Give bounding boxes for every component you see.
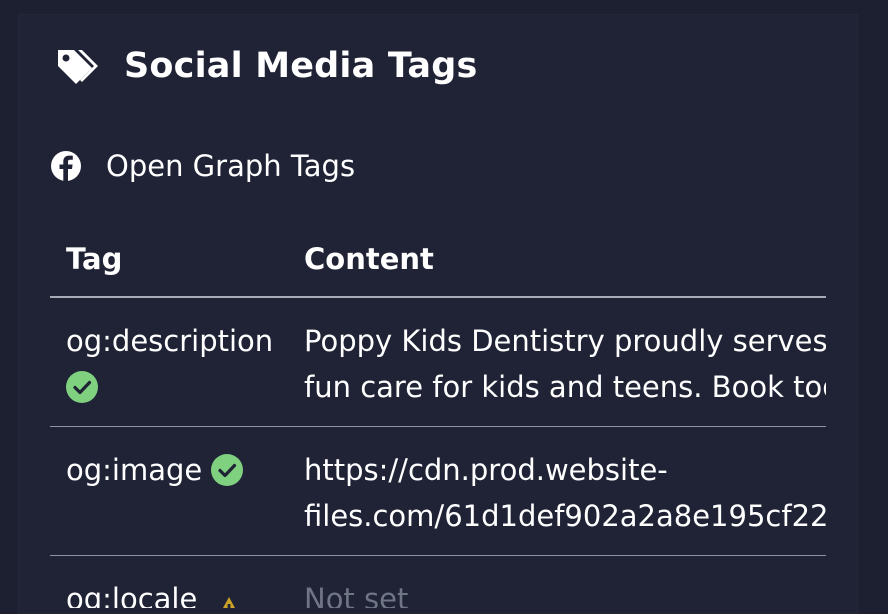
table-row: og:description Poppy Kids Dentistry prou… [50, 297, 826, 427]
tag-cell: og:image [50, 426, 288, 556]
content-line: https://cdn.prod.website- [304, 453, 668, 487]
facebook-icon [50, 150, 82, 182]
tags-icon [54, 46, 100, 86]
column-header-tag: Tag [50, 228, 288, 298]
content-line: Poppy Kids Dentistry proudly serves [304, 324, 826, 358]
content-cell: Poppy Kids Dentistry proudly serves fun … [288, 297, 826, 427]
open-graph-table: Tag Content og:description Poppy Kids De… [50, 228, 826, 608]
open-graph-header: Open Graph Tags [50, 145, 355, 187]
content-line: Not set [304, 582, 409, 608]
section-title: Social Media Tags [124, 46, 478, 86]
warning-icon [215, 588, 243, 608]
table-row: og:locale Not set [50, 555, 826, 608]
tag-name: og:image [66, 453, 203, 487]
tag-cell: og:description [50, 297, 288, 427]
content-cell: Not set [288, 555, 826, 608]
content-line: files.com/61d1def902a2a8e195cf22 [304, 499, 826, 533]
column-header-content: Content [288, 228, 826, 298]
table-header-row: Tag Content [50, 228, 826, 298]
tag-cell: og:locale [50, 555, 288, 608]
check-circle-icon [66, 370, 98, 403]
tag-name: og:locale [66, 582, 198, 608]
content-cell: https://cdn.prod.website- files.com/61d1… [288, 426, 826, 556]
table-row: og:image https://cdn.prod.website- files… [50, 426, 826, 556]
content-line: fun care for kids and teens. Book tod [304, 370, 826, 404]
check-circle-icon [211, 453, 244, 486]
open-graph-title: Open Graph Tags [106, 149, 356, 183]
tag-name: og:description [66, 324, 274, 358]
section-header: Social Media Tags [54, 40, 478, 92]
